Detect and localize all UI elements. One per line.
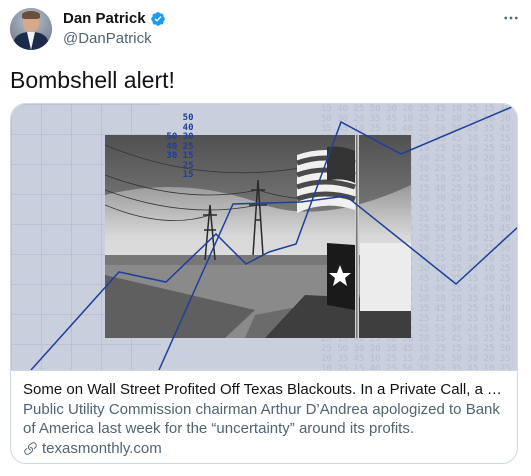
image-number-overlay: 50 40 50 30 40 25 30 15 25 15 xyxy=(166,113,194,180)
link-card[interactable]: 15 40 25 50 30 20 35 45 10 25 15 40 25 5… xyxy=(10,103,518,464)
more-dots-icon xyxy=(504,16,518,20)
tweet-text: Bombshell alert! xyxy=(10,67,175,93)
link-card-body[interactable]: Some on Wall Street Profited Off Texas B… xyxy=(11,370,517,463)
more-options-icon[interactable] xyxy=(498,6,524,30)
link-card-domain-text[interactable]: texasmonthly.com xyxy=(42,439,162,458)
link-icon xyxy=(24,442,37,455)
trend-line-graphic xyxy=(30,104,517,370)
link-card-image[interactable]: 15 40 25 50 30 20 35 45 10 25 15 40 25 5… xyxy=(11,104,517,370)
author-name-text[interactable]: Dan Patrick xyxy=(63,10,146,27)
verified-badge-icon xyxy=(150,11,165,26)
author-name[interactable]: Dan Patrick xyxy=(63,10,166,27)
link-card-title[interactable]: Some on Wall Street Profited Off Texas B… xyxy=(23,380,507,399)
avatar[interactable] xyxy=(10,8,52,50)
author-handle[interactable]: @DanPatrick xyxy=(63,30,152,47)
link-card-domain[interactable]: texasmonthly.com xyxy=(23,439,507,458)
link-card-description[interactable]: Public Utility Commission chairman Arthu… xyxy=(23,400,507,438)
tweet[interactable]: Dan Patrick @DanPatrick Bombshell alert!… xyxy=(0,0,531,476)
